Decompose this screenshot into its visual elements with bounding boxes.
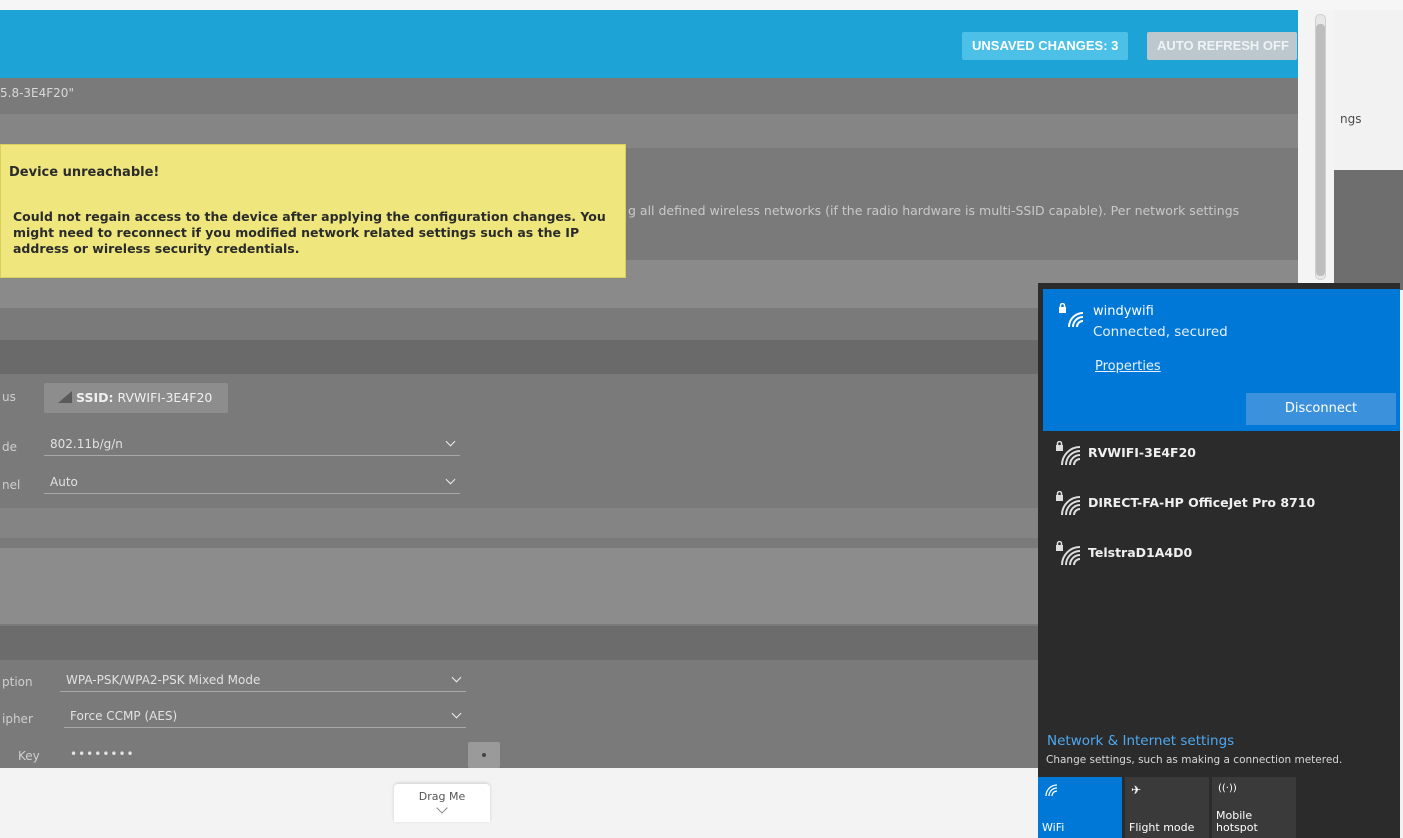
network-settings-link[interactable]: Network & Internet settings <box>1047 733 1234 749</box>
tile-label: Mobile hotspot <box>1216 809 1258 834</box>
properties-link[interactable]: Properties <box>1095 359 1161 374</box>
ssid-value: RVWIFI-3E4F20 <box>117 390 213 405</box>
network-item-direct-hp[interactable]: DIRECT-FA-HP OfficeJet Pro 8710 <box>1038 483 1400 523</box>
chevron-down-icon <box>451 708 462 719</box>
channel-value: Auto <box>50 475 78 489</box>
connected-network-card[interactable]: windywifi Connected, secured Properties … <box>1043 289 1400 431</box>
auto-refresh-button[interactable]: AUTO REFRESH OFF <box>1147 32 1297 60</box>
network-settings-subtitle: Change settings, such as making a connec… <box>1046 754 1343 766</box>
mode-value: 802.11b/g/n <box>50 437 123 451</box>
network-name: RVWIFI-3E4F20 <box>1088 445 1196 460</box>
cipher-select[interactable]: Force CCMP (AES) <box>64 706 466 728</box>
connection-status: Connected, secured <box>1093 324 1228 340</box>
wifi-flyout-panel: windywifi Connected, secured Properties … <box>1038 283 1400 838</box>
airplane-icon: ✈ <box>1131 783 1142 797</box>
channel-label: nel <box>2 478 21 492</box>
cipher-label: ipher <box>2 712 33 726</box>
wifi-icon <box>1045 784 1058 797</box>
key-input[interactable]: •••••••• <box>64 744 464 766</box>
truncated-text: ngs <box>1340 112 1362 126</box>
encryption-label: ption <box>2 675 33 689</box>
background-window-edge <box>1334 170 1403 290</box>
network-item-telstra[interactable]: TelstraD1A4D0 <box>1038 533 1400 573</box>
chevron-down-icon <box>451 672 462 683</box>
tile-label: Flight mode <box>1129 821 1195 834</box>
hotspot-icon: ((·)) <box>1218 783 1237 794</box>
channel-select[interactable]: Auto <box>44 472 460 494</box>
unsaved-changes-button[interactable]: UNSAVED CHANGES: 3 <box>962 32 1129 60</box>
top-strip <box>0 0 1403 10</box>
key-reveal-button[interactable] <box>468 742 500 768</box>
mobile-hotspot-tile[interactable]: ((·)) Mobile hotspot <box>1212 777 1296 838</box>
drag-me-handle[interactable]: Drag Me <box>394 784 490 822</box>
mode-label: de <box>2 440 17 454</box>
secured-wifi-icon <box>1056 541 1081 566</box>
mode-select[interactable]: 802.11b/g/n <box>44 434 460 456</box>
wifi-tile[interactable]: WiFi <box>1038 777 1122 838</box>
device-unreachable-alert: Device unreachable! Could not regain acc… <box>0 144 626 278</box>
section-description: g all defined wireless networks (if the … <box>628 203 1240 218</box>
secured-wifi-icon <box>1056 491 1081 516</box>
scrollbar-thumb[interactable] <box>1316 24 1325 276</box>
device-id-text: 5.8-3E4F20" <box>0 86 74 100</box>
cipher-value: Force CCMP (AES) <box>70 709 178 723</box>
encryption-value: WPA-PSK/WPA2-PSK Mixed Mode <box>66 673 261 687</box>
top-header-bar: UNSAVED CHANGES: 3 AUTO REFRESH OFF <box>0 10 1298 78</box>
signal-icon <box>58 391 72 403</box>
connected-network-name: windywifi <box>1093 304 1154 319</box>
network-name: DIRECT-FA-HP OfficeJet Pro 8710 <box>1088 495 1316 510</box>
drag-label: Drag Me <box>418 790 466 803</box>
disconnect-button[interactable]: Disconnect <box>1246 393 1396 425</box>
alert-message: Could not regain access to the device af… <box>13 209 606 256</box>
key-value: •••••••• <box>70 747 135 761</box>
network-item-rvwifi[interactable]: RVWIFI-3E4F20 <box>1038 433 1400 473</box>
secured-wifi-icon <box>1059 303 1084 328</box>
flight-mode-tile[interactable]: ✈ Flight mode <box>1125 777 1209 838</box>
ssid-prefix: SSID: <box>76 390 114 405</box>
chevron-down-icon <box>436 802 448 814</box>
key-label: Key <box>18 749 40 763</box>
tile-label: WiFi <box>1042 821 1065 834</box>
network-name: TelstraD1A4D0 <box>1088 545 1193 560</box>
encryption-select[interactable]: WPA-PSK/WPA2-PSK Mixed Mode <box>60 670 466 692</box>
chevron-down-icon <box>445 436 456 447</box>
section-band <box>0 114 1298 148</box>
ssid-tab[interactable]: SSID: RVWIFI-3E4F20 <box>44 383 228 413</box>
secured-wifi-icon <box>1056 441 1081 466</box>
alert-title: Device unreachable! <box>9 165 160 180</box>
chevron-down-icon <box>445 474 456 485</box>
status-label: us <box>2 390 16 404</box>
